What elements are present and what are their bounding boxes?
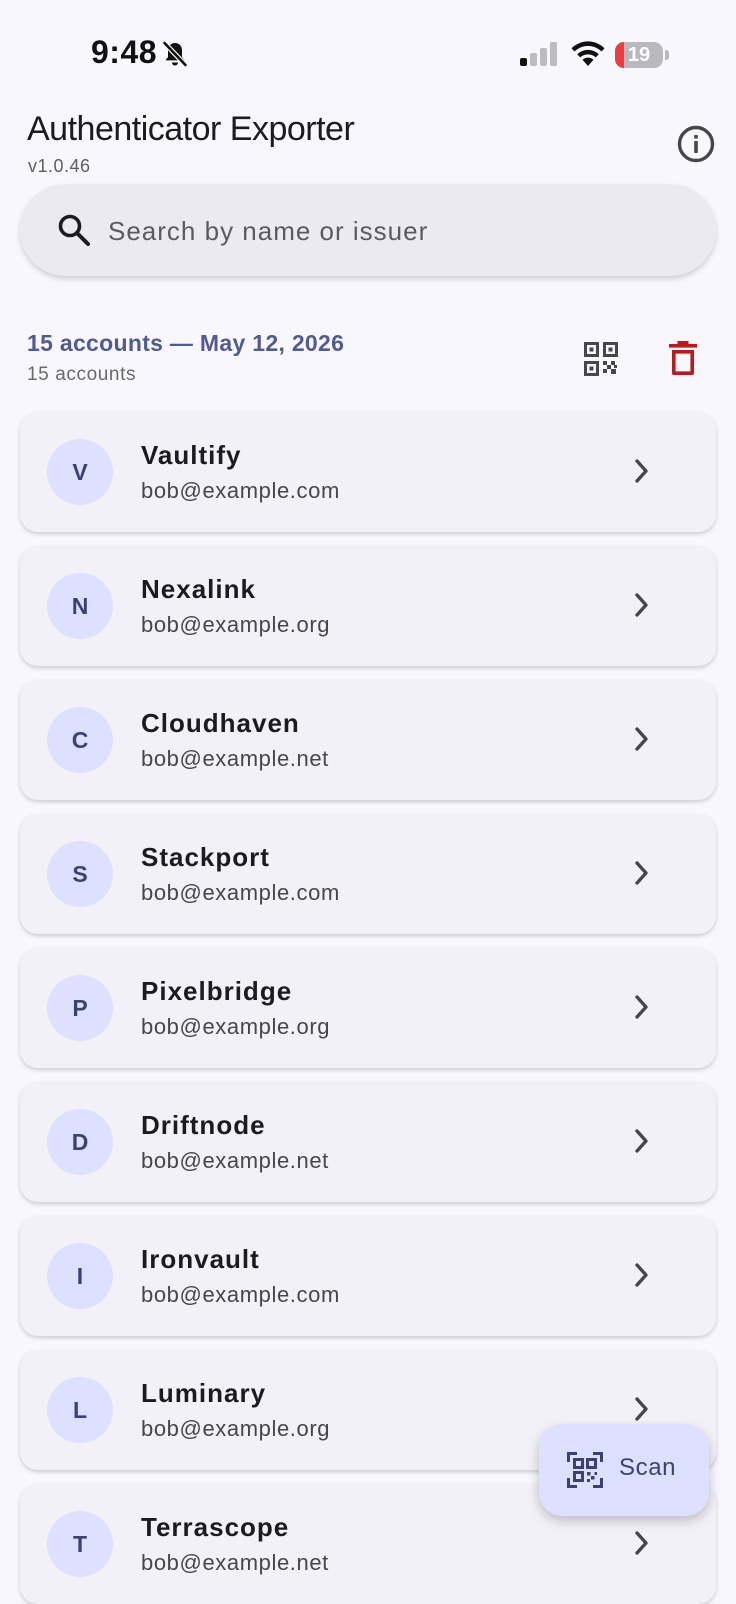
account-email: bob@example.net bbox=[141, 1550, 329, 1575]
account-email: bob@example.org bbox=[141, 1416, 331, 1441]
account-email: bob@example.org bbox=[141, 1014, 331, 1039]
chevron-right-icon bbox=[635, 1129, 648, 1153]
account-avatar: C bbox=[47, 707, 113, 773]
account-name: Nexalink bbox=[141, 574, 256, 604]
qr-code-icon[interactable] bbox=[584, 342, 618, 376]
chevron-right-icon bbox=[635, 1263, 648, 1287]
scan-button[interactable]: Scan bbox=[539, 1424, 709, 1516]
chevron-right-icon bbox=[635, 861, 648, 885]
account-card[interactable]: S Stackport bob@example.com bbox=[20, 814, 716, 934]
chevron-right-icon bbox=[635, 1397, 648, 1421]
bell-off-icon bbox=[162, 41, 188, 67]
chevron-right-icon bbox=[635, 459, 648, 483]
battery-level: 19 bbox=[627, 44, 651, 66]
account-name: Stackport bbox=[141, 842, 270, 872]
account-name: Vaultify bbox=[141, 440, 242, 470]
account-name: Ironvault bbox=[141, 1244, 260, 1274]
account-card[interactable]: V Vaultify bob@example.com bbox=[20, 412, 716, 532]
chevron-right-icon bbox=[635, 727, 648, 751]
app-version: v1.0.46 bbox=[28, 156, 91, 176]
info-icon[interactable] bbox=[676, 124, 716, 164]
app-title: Authenticator Exporter bbox=[27, 110, 355, 148]
account-avatar: S bbox=[47, 841, 113, 907]
wifi-icon bbox=[571, 41, 605, 66]
account-name: Luminary bbox=[141, 1378, 267, 1408]
account-name: Pixelbridge bbox=[141, 976, 293, 1006]
section-title: 15 accounts — May 12, 2026 bbox=[27, 330, 345, 356]
account-avatar: L bbox=[47, 1377, 113, 1443]
account-email: bob@example.com bbox=[141, 880, 340, 905]
account-name: Terrascope bbox=[141, 1512, 290, 1542]
account-card[interactable]: C Cloudhaven bob@example.net bbox=[20, 680, 716, 800]
account-email: bob@example.com bbox=[141, 478, 340, 503]
account-email: bob@example.org bbox=[141, 612, 331, 637]
chevron-right-icon bbox=[635, 1531, 648, 1555]
account-avatar: D bbox=[47, 1109, 113, 1175]
account-card[interactable]: I Ironvault bob@example.com bbox=[20, 1216, 716, 1336]
account-card[interactable]: D Driftnode bob@example.net bbox=[20, 1082, 716, 1202]
account-email: bob@example.net bbox=[141, 746, 329, 771]
battery-indicator: 19 bbox=[615, 42, 669, 68]
account-avatar: I bbox=[47, 1243, 113, 1309]
qr-scan-icon bbox=[567, 1452, 603, 1488]
account-email: bob@example.net bbox=[141, 1148, 329, 1173]
section-subtitle: 15 accounts bbox=[27, 364, 137, 385]
search-input[interactable] bbox=[106, 206, 690, 256]
search-icon bbox=[58, 214, 90, 246]
account-avatar: N bbox=[47, 573, 113, 639]
account-email: bob@example.com bbox=[141, 1282, 340, 1307]
status-bar: 9:48 19 bbox=[0, 0, 736, 100]
chevron-right-icon bbox=[635, 593, 648, 617]
account-card[interactable]: P Pixelbridge bob@example.org bbox=[20, 948, 716, 1068]
account-avatar: P bbox=[47, 975, 113, 1041]
search-bar[interactable] bbox=[20, 184, 716, 276]
delete-icon[interactable] bbox=[668, 340, 698, 376]
chevron-right-icon bbox=[635, 995, 648, 1019]
cellular-signal-icon bbox=[520, 42, 557, 66]
account-name: Cloudhaven bbox=[141, 708, 300, 738]
account-name: Driftnode bbox=[141, 1110, 266, 1140]
account-avatar: V bbox=[47, 439, 113, 505]
scan-button-label: Scan bbox=[619, 1454, 677, 1481]
status-time: 9:48 bbox=[91, 34, 158, 70]
account-card[interactable]: N Nexalink bob@example.org bbox=[20, 546, 716, 666]
account-avatar: T bbox=[47, 1511, 113, 1577]
